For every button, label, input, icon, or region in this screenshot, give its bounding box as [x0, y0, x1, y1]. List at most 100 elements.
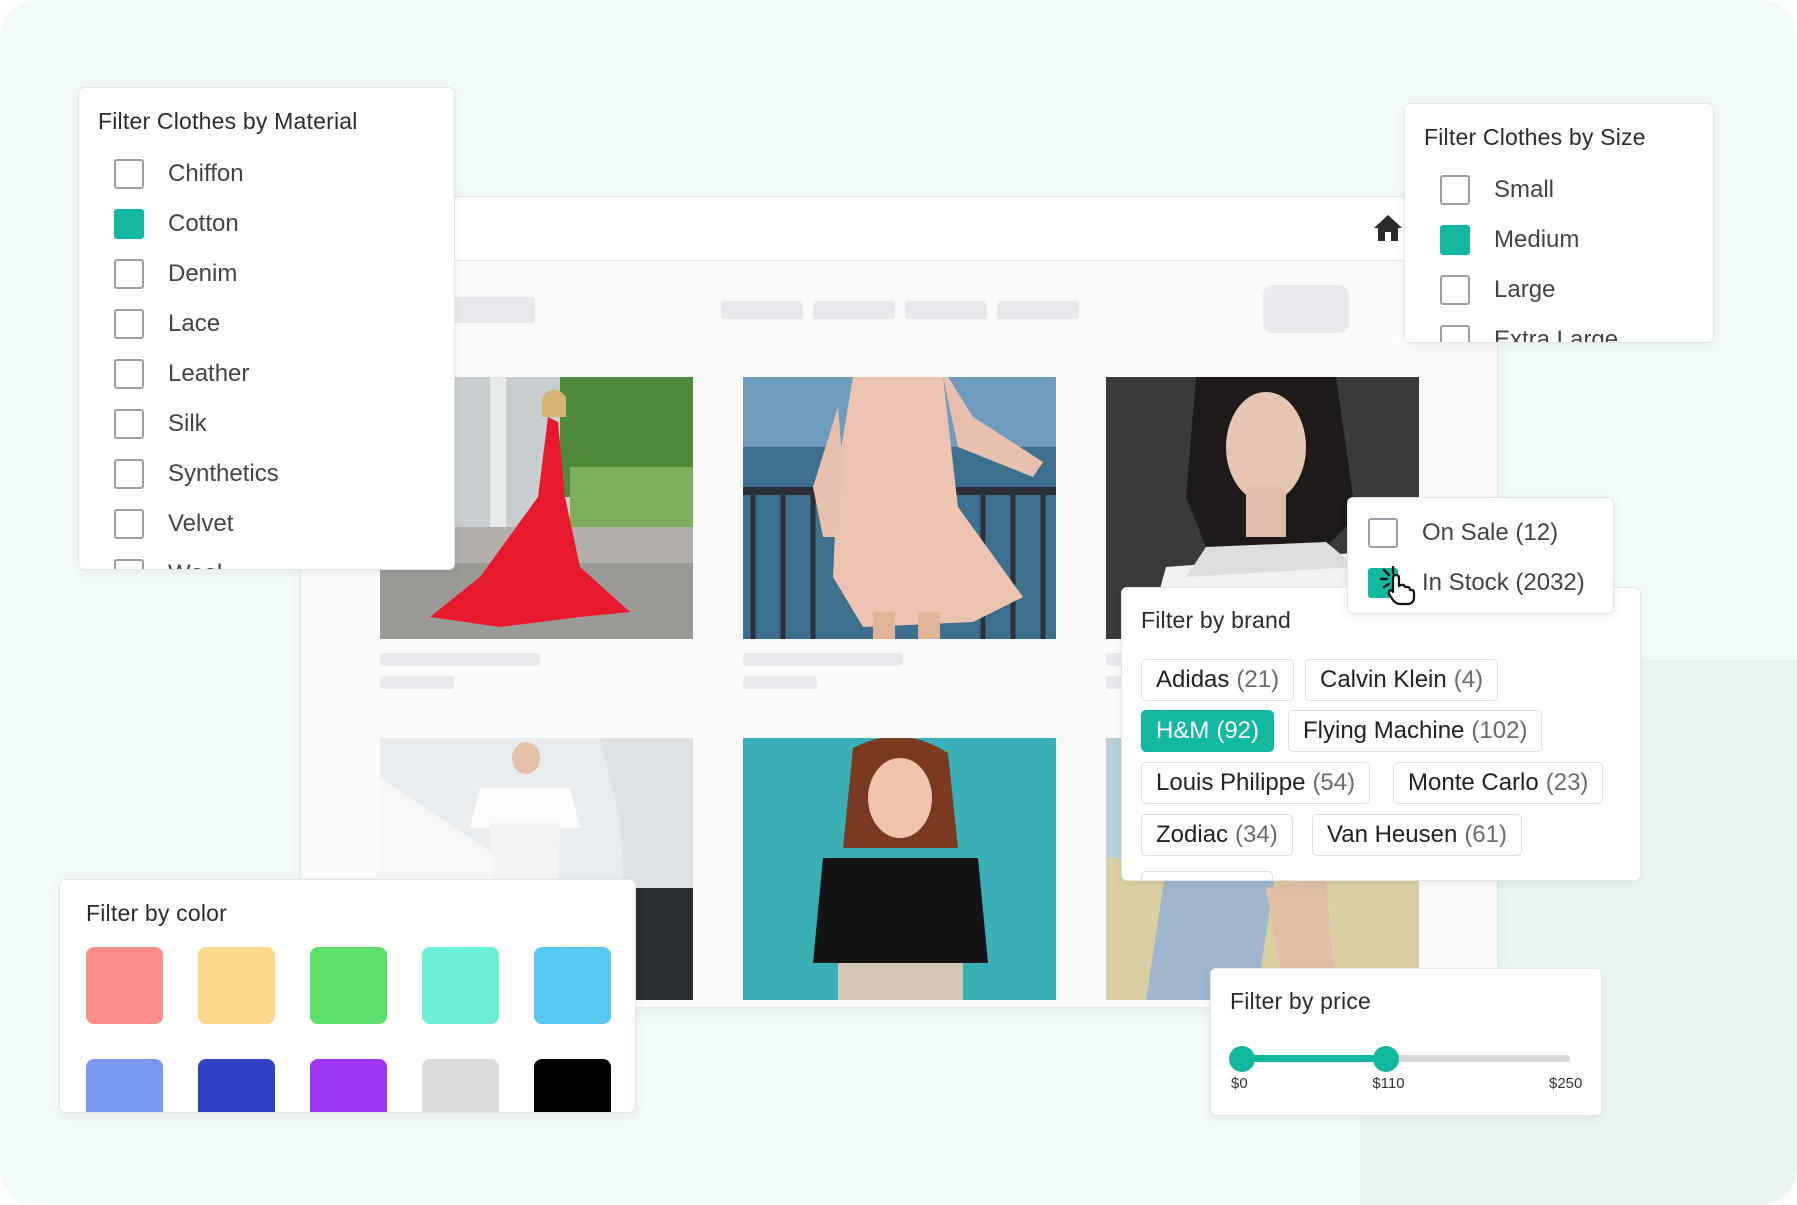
brand-chip-flying-machine[interactable]: Flying Machine (102)	[1288, 710, 1543, 752]
price-slider-fill	[1242, 1055, 1387, 1062]
brand-chip-h-m[interactable]: H&M (92)	[1141, 710, 1275, 752]
color-swatch[interactable]	[86, 947, 163, 1024]
color-swatch[interactable]	[310, 947, 387, 1024]
material-checkbox[interactable]	[114, 309, 144, 339]
brand-filter-panel: Filter by brand Adidas (21) Calvin Klein (4…	[1121, 587, 1641, 881]
material-checkbox[interactable]	[114, 359, 144, 389]
material-option-label: Leather	[168, 360, 250, 387]
material-option-label: Lace	[168, 310, 221, 337]
size-option-label: Large	[1494, 276, 1556, 303]
material-option-silk[interactable]: Silk	[114, 409, 207, 439]
color-swatch[interactable]	[86, 1059, 163, 1112]
material-option-label: Silk	[168, 410, 207, 437]
material-option-synthetics[interactable]: Synthetics	[114, 459, 279, 489]
availability-option-label: On Sale (12)	[1422, 519, 1559, 546]
material-checkbox[interactable]	[114, 209, 144, 239]
size-checkbox[interactable]	[1440, 325, 1470, 342]
material-checkbox[interactable]	[114, 509, 144, 539]
material-checkbox[interactable]	[114, 259, 144, 289]
material-filter-panel: Filter Clothes by Material Chiffon Cotton…	[78, 87, 455, 570]
material-option-label: Cotton	[168, 210, 239, 237]
material-option-cotton[interactable]: Cotton	[114, 209, 239, 239]
material-option-wool[interactable]: Wool	[114, 559, 222, 569]
nav-placeholder-2	[813, 301, 895, 319]
brand-chip-name: Zodiac	[1156, 821, 1229, 848]
product-caption-placeholder-1	[380, 653, 540, 666]
material-filter-title: Filter Clothes by Material	[98, 108, 358, 134]
material-option-denim[interactable]: Denim	[114, 259, 237, 289]
color-swatch[interactable]	[198, 947, 275, 1024]
size-option-medium[interactable]: Medium	[1440, 225, 1579, 255]
size-filter-panel: Filter Clothes by Size Small Medium Large E…	[1404, 103, 1714, 343]
brand-chip-count: (23)	[1545, 769, 1589, 796]
product-image-floral-dress[interactable]	[743, 377, 1056, 639]
color-filter-panel: Filter by color	[59, 879, 636, 1113]
brand-chip-monte-carlo[interactable]: Monte Carlo (23)	[1393, 762, 1604, 804]
material-option-label: Synthetics	[168, 460, 279, 487]
brand-chip-count: (4)	[1453, 666, 1484, 693]
material-option-leather[interactable]: Leather	[114, 359, 249, 389]
price-filter-title: Filter by price	[1230, 988, 1372, 1014]
material-option-label: Denim	[168, 260, 238, 287]
brand-chip-van-heusen[interactable]: Van Heusen (61)	[1312, 814, 1522, 856]
size-option-small[interactable]: Small	[1440, 175, 1554, 205]
size-option-extra-large[interactable]: Extra Large	[1440, 325, 1619, 343]
material-option-label: Chiffon	[168, 160, 244, 187]
material-checkbox[interactable]	[114, 559, 144, 569]
size-option-label: Small	[1494, 176, 1555, 203]
canvas: Filter Clothes by Material Chiffon Cotton…	[0, 0, 1797, 1205]
material-option-label: Wool	[168, 560, 222, 569]
color-swatch[interactable]	[422, 947, 499, 1024]
material-option-lace[interactable]: Lace	[114, 309, 220, 339]
color-swatch[interactable]	[534, 947, 611, 1024]
brand-chip-name: Monte Carlo	[1408, 769, 1539, 796]
color-swatch[interactable]	[310, 1059, 387, 1112]
brand-chip-calvin-klein[interactable]: Calvin Klein (4)	[1305, 659, 1499, 701]
browser-titlebar	[301, 197, 1497, 261]
size-checkbox[interactable]	[1440, 275, 1470, 305]
size-checkbox[interactable]	[1440, 175, 1470, 205]
product-price-placeholder-2	[743, 676, 817, 689]
material-checkbox[interactable]	[114, 159, 144, 189]
availability-option-on-sale-12[interactable]: On Sale (12)	[1368, 518, 1558, 548]
product-image-black-top[interactable]	[743, 738, 1056, 1000]
price-filter-panel: Filter by price $0 $110 $250	[1210, 968, 1602, 1116]
price-min-label: $0	[1231, 1075, 1248, 1092]
availability-checkbox[interactable]	[1368, 518, 1398, 548]
logo-placeholder	[449, 297, 535, 323]
size-option-label: Medium	[1494, 226, 1580, 253]
brand-chip-name: Louis Philippe	[1156, 769, 1306, 796]
price-slider-max-handle[interactable]	[1373, 1046, 1400, 1072]
nav-placeholder-4	[997, 301, 1079, 319]
brand-chip-louis-philippe[interactable]: Louis Philippe (54)	[1141, 762, 1371, 804]
size-checkbox[interactable]	[1440, 225, 1470, 255]
price-slider-min-handle[interactable]	[1229, 1046, 1255, 1072]
brand-chip-count: (61)	[1464, 821, 1507, 848]
size-option-large[interactable]: Large	[1440, 275, 1555, 305]
material-checkbox[interactable]	[114, 409, 144, 439]
home-icon[interactable]	[1373, 214, 1403, 242]
brand-chip-count: (34)	[1235, 821, 1278, 848]
availability-option-label: In Stock (2032)	[1422, 569, 1585, 596]
size-option-label: Extra Large	[1494, 326, 1619, 343]
product-price-placeholder-1	[380, 676, 454, 689]
price-max-label: $250	[1549, 1075, 1583, 1092]
material-option-chiffon[interactable]: Chiffon	[114, 159, 244, 189]
brand-filter-title: Filter by brand	[1141, 607, 1292, 633]
brand-chip-name: Van Heusen	[1327, 821, 1458, 848]
color-swatch[interactable]	[422, 1059, 499, 1112]
brand-chip-clipped[interactable]	[1141, 871, 1273, 880]
brand-chip-adidas[interactable]: Adidas (21)	[1141, 659, 1295, 701]
nav-placeholder-3	[905, 301, 987, 319]
brand-chip-zodiac[interactable]: Zodiac (34)	[1141, 814, 1293, 856]
button-placeholder	[1263, 285, 1349, 333]
material-option-label: Velvet	[168, 510, 234, 537]
color-filter-title: Filter by color	[86, 900, 228, 926]
material-option-velvet[interactable]: Velvet	[114, 509, 233, 539]
material-checkbox[interactable]	[114, 459, 144, 489]
brand-chip-name: H&M	[1156, 717, 1210, 744]
color-swatch[interactable]	[534, 1059, 611, 1112]
brand-chip-count: (102)	[1471, 717, 1528, 744]
color-swatch[interactable]	[198, 1059, 275, 1112]
hand-pointer-icon	[1380, 566, 1416, 606]
